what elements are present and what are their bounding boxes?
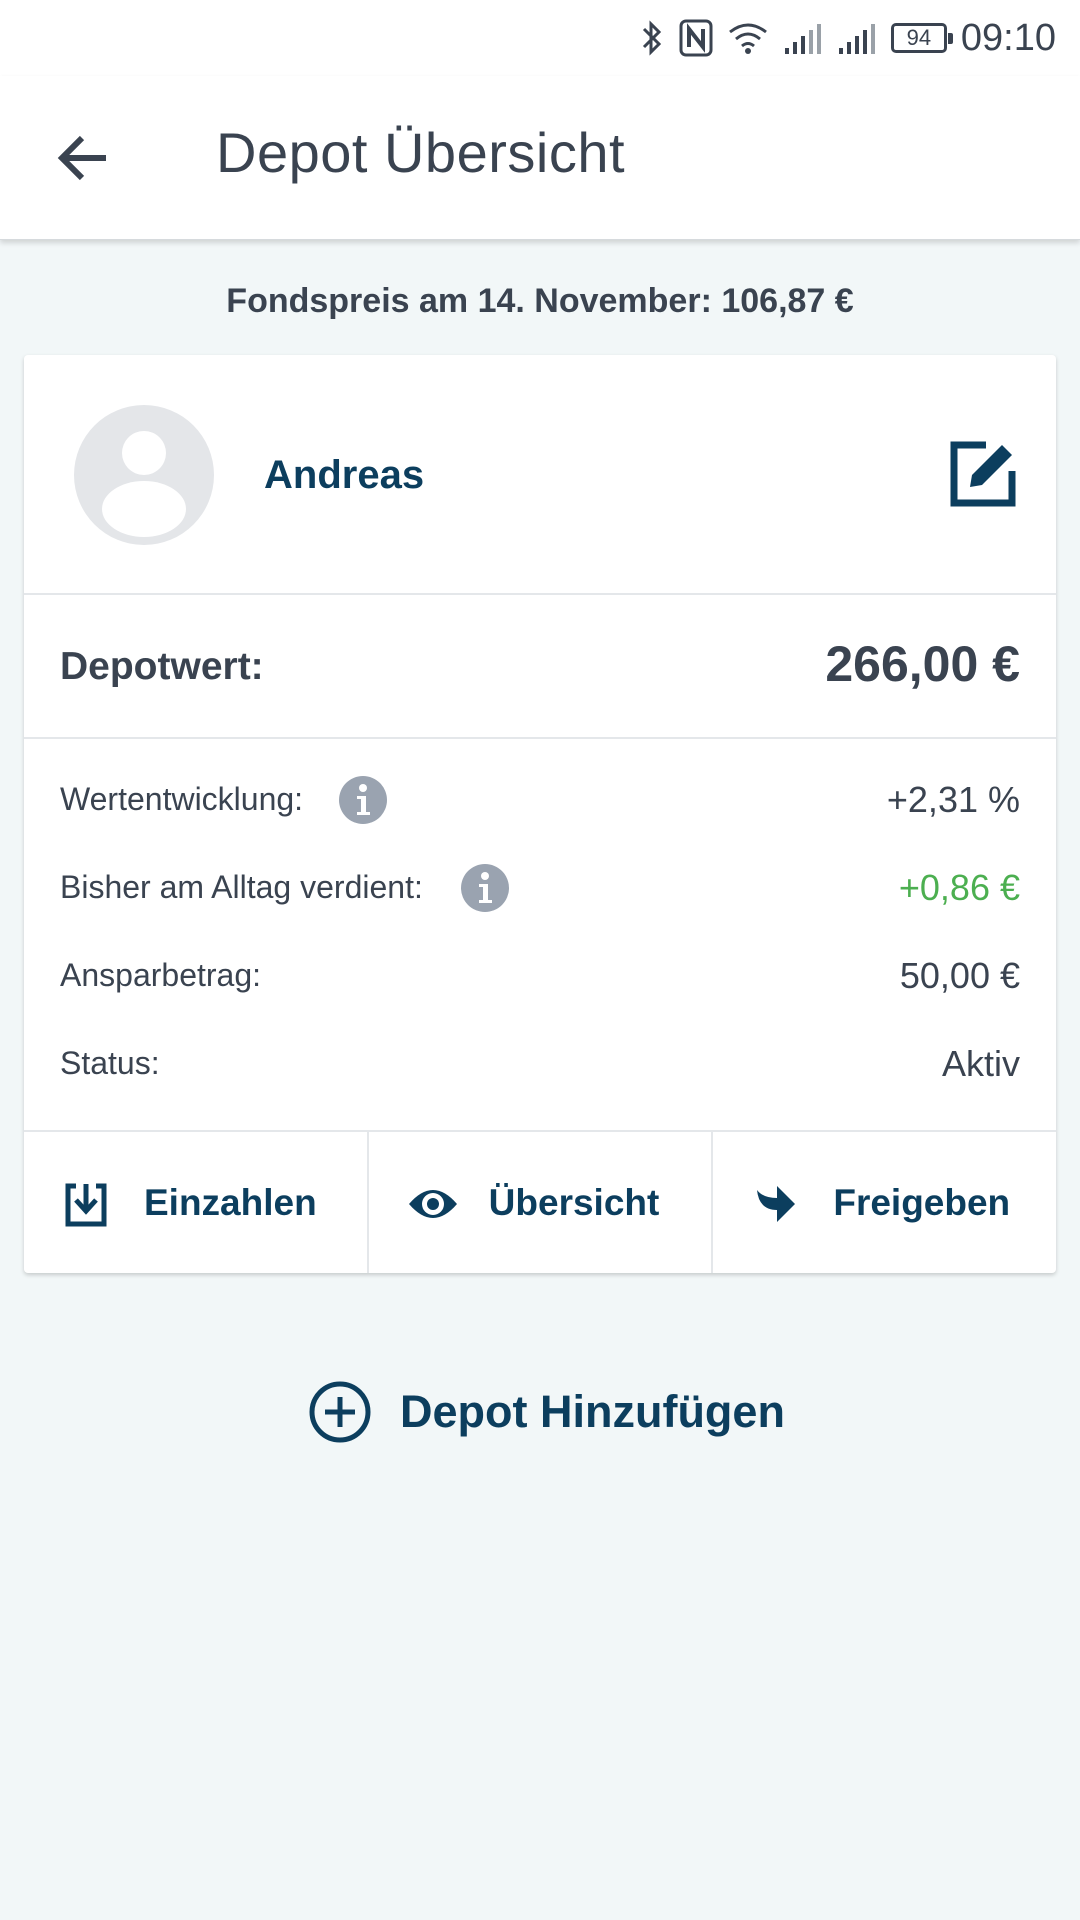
clock: 09:10 <box>960 16 1056 59</box>
wifi-icon <box>728 23 767 54</box>
deposit-icon <box>65 1183 107 1227</box>
depot-actions: Einzahlen Übersicht Freigeben <box>24 1130 1056 1273</box>
status-bar: 94 09:10 <box>0 0 1080 76</box>
arrow-back-icon <box>57 135 106 181</box>
detail-value: +2,31 % <box>886 779 1020 820</box>
signal-icon-2 <box>838 24 875 54</box>
add-circle-icon <box>309 1381 371 1443</box>
detail-label: Ansparbetrag: <box>60 957 262 993</box>
info-icon[interactable] <box>338 775 388 825</box>
detail-value: Aktiv <box>941 1043 1020 1084</box>
fund-price-label: Fondspreis am 14. November: 106,87 € <box>226 282 854 320</box>
signal-icon <box>784 24 821 54</box>
action-label: Übersicht <box>488 1182 660 1223</box>
info-icon[interactable] <box>460 863 510 913</box>
detail-row-status: Status: Aktiv <box>24 1023 1056 1111</box>
back-button[interactable] <box>52 126 116 190</box>
depot-value-label: Depotwert: <box>60 645 264 688</box>
detail-row-savings: Ansparbetrag: 50,00 € <box>24 935 1056 1023</box>
detail-row-earned: Bisher am Alltag verdient: +0,86 € <box>24 847 1056 935</box>
detail-label: Status: <box>60 1045 160 1081</box>
avatar <box>74 405 214 545</box>
share-icon <box>757 1186 796 1222</box>
edit-icon <box>950 441 1016 507</box>
battery-indicator: 94 <box>890 23 953 53</box>
detail-value: 50,00 € <box>899 955 1020 996</box>
detail-label: Wertentwicklung: <box>60 781 304 817</box>
person-icon <box>102 431 186 537</box>
depot-card-header: Andreas <box>24 355 1056 595</box>
page-title: Depot Übersicht <box>216 121 626 184</box>
add-depot-label: Depot Hinzufügen <box>400 1386 785 1437</box>
bluetooth-icon <box>642 20 662 56</box>
depot-value-amount: 266,00 € <box>825 636 1020 692</box>
detail-row-performance: Wertentwicklung: +2,31 % <box>24 759 1056 847</box>
app-bar: Depot Übersicht <box>0 76 1080 240</box>
action-label: Einzahlen <box>144 1182 317 1223</box>
depot-value-row: Depotwert: 266,00 € <box>24 595 1056 739</box>
action-label: Freigeben <box>833 1182 1011 1223</box>
eye-icon <box>408 1190 457 1218</box>
edit-button[interactable] <box>948 439 1018 509</box>
nfc-icon <box>679 19 713 57</box>
detail-label: Bisher am Alltag verdient: <box>60 869 423 905</box>
status-icons: 94 09:10 <box>639 10 1056 66</box>
depot-holder-name: Andreas <box>264 453 425 497</box>
depot-card: Andreas Depotwert: 266,00 € Wertentwickl… <box>24 355 1056 1273</box>
overview-button[interactable]: Übersicht <box>369 1132 714 1273</box>
detail-value: +0,86 € <box>898 867 1020 908</box>
deposit-button[interactable]: Einzahlen <box>24 1132 369 1273</box>
share-button[interactable]: Freigeben <box>713 1132 1056 1273</box>
